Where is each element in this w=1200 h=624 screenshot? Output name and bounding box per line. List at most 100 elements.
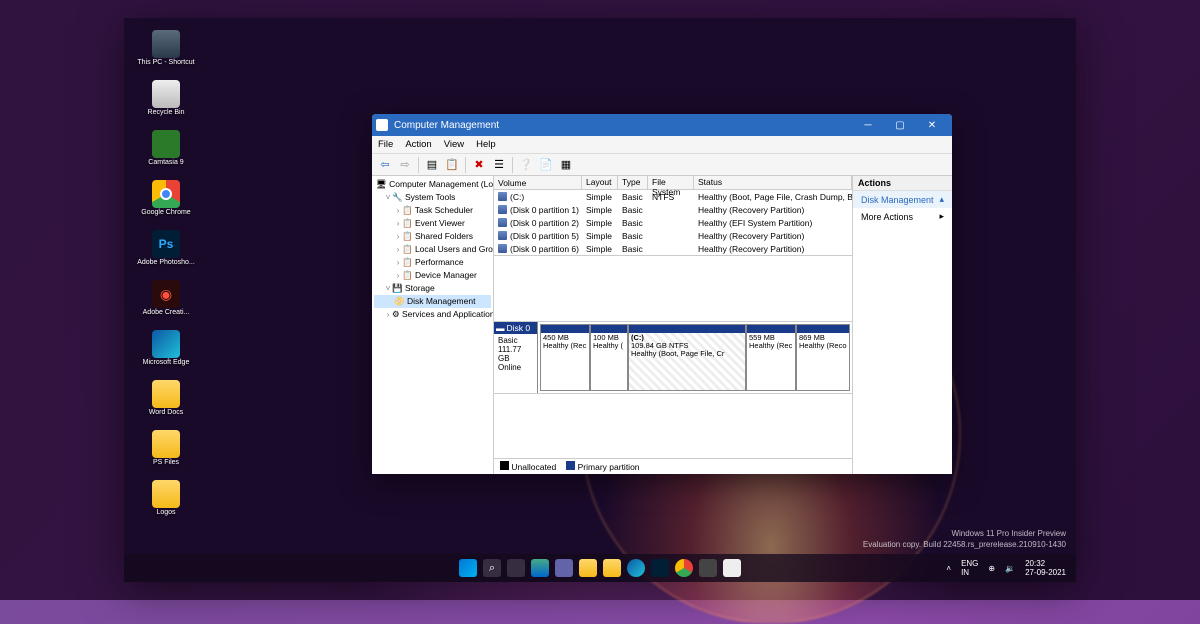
icon-label: Adobe Photosho... [136,259,196,267]
taskbar[interactable]: ⌕ ˄ ENGIN ⊕ 🔉 20:3227-09-2021 [124,554,1076,582]
primary-swatch [566,461,575,470]
partition[interactable]: 450 MBHealthy (Rec [540,324,590,391]
icon-label: Adobe Creati... [136,309,196,317]
column-header[interactable]: Volume [494,176,582,189]
search-button[interactable]: ⌕ [483,559,501,577]
desktop-icon[interactable]: Logos [136,480,196,528]
desktop-icon[interactable]: Camtasia 9 [136,130,196,178]
partition[interactable]: (C:)109.84 GB NTFSHealthy (Boot, Page Fi… [628,324,746,391]
column-header[interactable]: Status [694,176,852,189]
volume-icon[interactable]: 🔉 [1005,564,1015,573]
menu-action[interactable]: Action [405,139,431,150]
list-button[interactable]: ▦ [557,156,575,174]
drive-icon [498,231,507,240]
tray-lang[interactable]: ENGIN [961,559,978,577]
actions-pane: Actions Disk Management▴ More Actions▸ [852,176,952,474]
icon-label: Logos [136,509,196,517]
column-header[interactable]: Type [618,176,648,189]
maximize-button[interactable]: ▢ [884,114,916,136]
icon-label: Microsoft Edge [136,359,196,367]
chat-button[interactable] [555,559,573,577]
partitions: 450 MBHealthy (Rec100 MBHealthy ((C:)109… [538,322,852,393]
menu-help[interactable]: Help [476,139,496,150]
volume-header[interactable]: VolumeLayoutTypeFile SystemStatus [494,176,852,190]
back-button[interactable]: ⇦ [376,156,394,174]
up-button[interactable]: ▤ [423,156,441,174]
widgets-button[interactable] [531,559,549,577]
tree-node[interactable]: ˅💾 Storage [374,282,491,295]
volume-list[interactable]: (C:)SimpleBasicNTFSHealthy (Boot, Page F… [494,190,852,255]
system-tray[interactable]: ˄ ENGIN ⊕ 🔉 20:3227-09-2021 [946,559,1066,577]
start-button[interactable] [459,559,477,577]
settings-button[interactable] [699,559,717,577]
partition-info: 559 MBHealthy (Rec [747,333,795,390]
tree-node[interactable]: 🖥 Computer Management (Local [374,178,491,191]
app-icon [152,180,180,208]
desktop-icon[interactable]: Microsoft Edge [136,330,196,378]
watermark-line1: Windows 11 Pro Insider Preview [863,528,1066,539]
collapse-icon: ▴ [939,194,944,205]
folder-button[interactable] [603,559,621,577]
photoshop-button[interactable] [651,559,669,577]
properties-button[interactable]: ☰ [490,156,508,174]
desktop-icon[interactable]: PsAdobe Photosho... [136,230,196,278]
partition[interactable]: 559 MBHealthy (Rec [746,324,796,391]
desktop-icon[interactable]: PS Files [136,430,196,478]
menubar: File Action View Help [372,136,952,154]
tree-node[interactable]: ›📋 Shared Folders [374,230,491,243]
desktop-icon[interactable]: This PC - Shortcut [136,30,196,78]
forward-button[interactable]: ⇨ [396,156,414,174]
refresh-button[interactable]: 📋 [443,156,461,174]
explorer-button[interactable] [579,559,597,577]
desktop-icon[interactable]: Google Chrome [136,180,196,228]
partition[interactable]: 100 MBHealthy ( [590,324,628,391]
column-header[interactable]: Layout [582,176,618,189]
tree-node[interactable]: ›📋 Task Scheduler [374,204,491,217]
desktop-icon[interactable]: ◉Adobe Creati... [136,280,196,328]
taskview-button[interactable] [507,559,525,577]
titlebar[interactable]: Computer Management ─ ▢ ✕ [372,114,952,136]
tray-chevron-icon[interactable]: ˄ [946,564,951,573]
tree-node[interactable]: ›⚙ Services and Applications [374,308,491,321]
tree-node[interactable]: 📀 Disk Management [374,295,491,308]
partition[interactable]: 869 MBHealthy (Reco [796,324,850,391]
volume-row[interactable]: (Disk 0 partition 6)SimpleBasicHealthy (… [494,242,852,255]
tree-node[interactable]: ›📋 Event Viewer [374,217,491,230]
view-button[interactable]: 📄 [537,156,555,174]
column-header[interactable]: File System [648,176,694,189]
computer-management-window: Computer Management ─ ▢ ✕ File Action View… [372,114,952,474]
tree-pane[interactable]: 🖥 Computer Management (Local˅🔧 System To… [372,176,494,474]
volume-row[interactable]: (Disk 0 partition 1)SimpleBasicHealthy (… [494,203,852,216]
help-button[interactable]: ❔ [517,156,535,174]
volume-row[interactable]: (C:)SimpleBasicNTFSHealthy (Boot, Page F… [494,190,852,203]
tree-node[interactable]: ›📋 Performance [374,256,491,269]
actions-more[interactable]: More Actions▸ [853,208,952,225]
delete-button[interactable]: ✖ [470,156,488,174]
volume-row[interactable]: (Disk 0 partition 2)SimpleBasicHealthy (… [494,216,852,229]
menu-file[interactable]: File [378,139,393,150]
minimize-button[interactable]: ─ [852,114,884,136]
drive-icon [498,205,507,214]
actions-title[interactable]: Disk Management▴ [853,191,952,208]
desktop-icon[interactable]: Recycle Bin [136,80,196,128]
chrome-button[interactable] [675,559,693,577]
tree-node[interactable]: ˅🔧 System Tools [374,191,491,204]
partition-info: 450 MBHealthy (Rec [541,333,589,390]
menu-view[interactable]: View [444,139,464,150]
volume-row[interactable]: (Disk 0 partition 5)SimpleBasicHealthy (… [494,229,852,242]
actions-header: Actions [853,176,952,191]
desktop-icon[interactable]: Word Docs [136,380,196,428]
compmgmt-button[interactable] [723,559,741,577]
disk-header[interactable]: ▬Disk 0 Basic 111.77 GB Online [494,322,538,393]
wifi-icon[interactable]: ⊕ [988,564,995,573]
legend-unallocated: Unallocated [511,462,556,472]
close-button[interactable]: ✕ [916,114,948,136]
app-icon [152,330,180,358]
disk-pane[interactable]: ▬Disk 0 Basic 111.77 GB Online 450 MBHea… [494,322,852,394]
app-icon [152,380,180,408]
disk-status: Online [498,363,533,372]
tree-node[interactable]: ›📋 Device Manager [374,269,491,282]
tray-clock[interactable]: 20:3227-09-2021 [1025,559,1066,577]
tree-node[interactable]: ›📋 Local Users and Groups [374,243,491,256]
edge-button[interactable] [627,559,645,577]
